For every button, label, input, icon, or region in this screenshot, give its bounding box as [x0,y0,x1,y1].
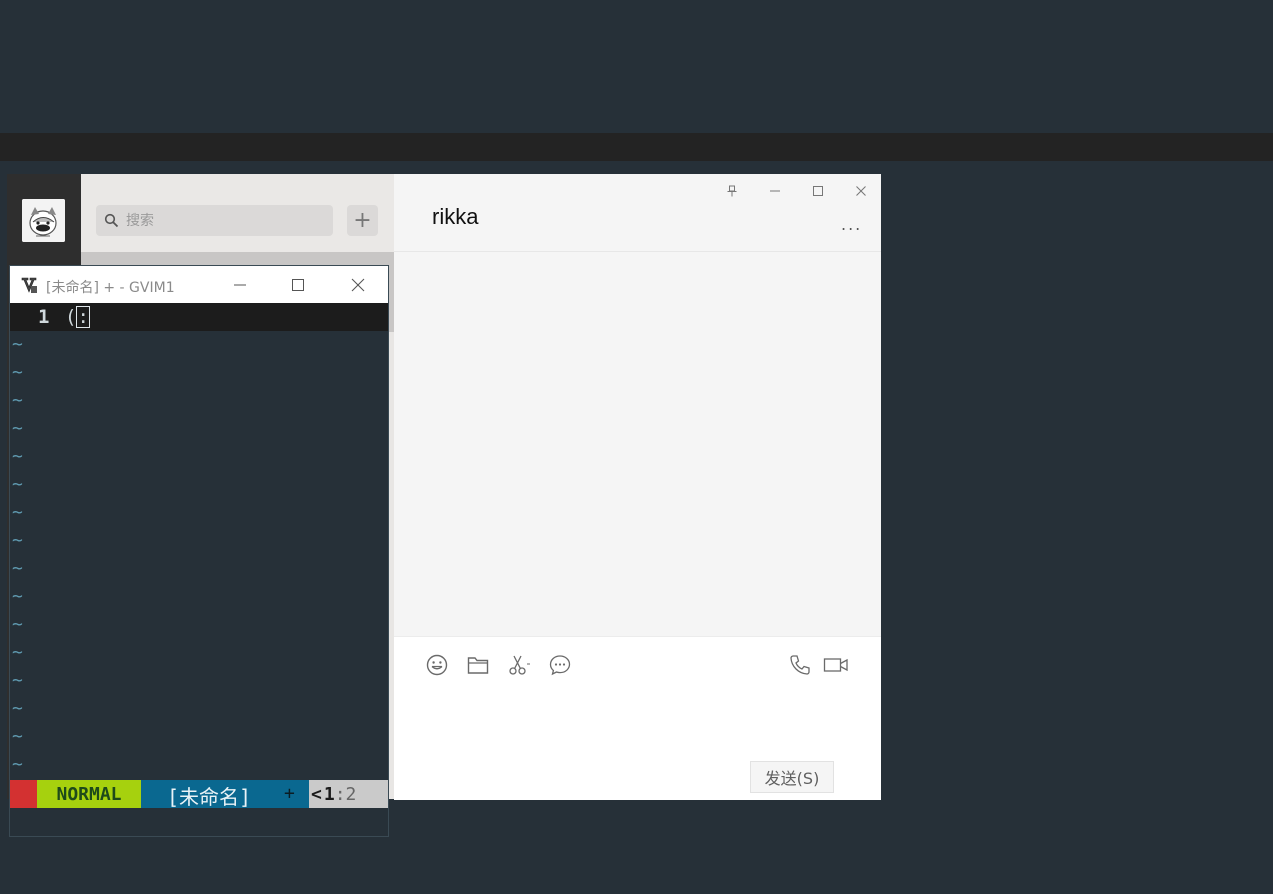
line-text[interactable]: (: [65,306,90,328]
empty-line-marker: ~ [12,754,23,775]
desktop-top-bar [0,133,1273,161]
chat-list-header: + [81,174,394,252]
folder-icon[interactable] [466,653,490,677]
emoji-icon[interactable] [425,653,449,677]
more-button[interactable]: ... [841,217,862,233]
empty-lines: ~ ~ ~ ~ ~ ~ ~ ~ ~ ~ ~ ~ ~ ~ ~ ~ [10,331,388,779]
chat-bubble-icon[interactable] [548,653,572,677]
empty-line-marker: ~ [12,474,23,495]
send-button[interactable]: 发送(S) [750,761,834,793]
gvim-titlebar[interactable]: [未命名] + - GVIM1 [10,266,388,303]
empty-line-marker: ~ [12,614,23,635]
empty-line-marker: ~ [12,726,23,747]
empty-line-marker: ~ [12,418,23,439]
statusline-line: 1 [323,783,335,805]
line-number: 1 [38,306,50,328]
gvim-window: [未命名] + - GVIM1 1 (: ~ ~ ~ ~ ~ ~ ~ ~ ~ ~ ~ ~ ~ ~ ~ ~ NO… [10,266,388,836]
avatar[interactable] [22,199,65,242]
empty-line-marker: ~ [12,698,23,719]
search-input[interactable] [126,205,326,236]
statusline-modified: + [284,783,295,804]
text-cursor: : [76,306,90,328]
empty-line-marker: ~ [12,586,23,607]
empty-line-marker: ~ [12,670,23,691]
statusline: NORMAL [未命名] + < 1 : 2 [10,780,388,809]
empty-line-marker: ~ [12,446,23,467]
maximize-icon[interactable] [288,275,308,295]
chat-panel: rikka ... 发送(S) [394,174,881,800]
close-icon[interactable] [348,275,368,295]
add-button[interactable]: + [347,205,378,236]
empty-line-marker: ~ [12,530,23,551]
empty-line-marker: ~ [12,558,23,579]
statusline-pos-prefix: < [311,783,322,805]
video-camera-icon[interactable] [823,653,849,677]
search-icon [104,213,119,228]
empty-line-marker: ~ [12,642,23,663]
phone-icon[interactable] [788,653,812,677]
statusline-filename: [未命名] [167,785,252,809]
empty-line-marker: ~ [12,362,23,383]
gvim-app-icon [20,276,38,294]
chat-title: rikka [432,204,479,229]
statusline-mode: NORMAL [37,780,141,808]
minimize-icon[interactable] [230,275,250,295]
statusline-sep: : [334,783,346,805]
minimize-icon[interactable] [766,182,784,200]
statusline-file: [未命名] + [141,780,309,809]
maximize-icon[interactable] [809,182,827,200]
editor-current-line[interactable]: 1 (: [10,303,388,331]
line-content: ( [65,306,77,328]
statusline-col: 2 [345,783,357,805]
statusline-error-segment [10,780,37,808]
empty-line-marker: ~ [12,334,23,355]
scissors-icon[interactable] [507,653,531,677]
empty-line-marker: ~ [12,502,23,523]
message-input-area[interactable]: 发送(S) [394,636,881,800]
pin-icon[interactable] [723,182,741,200]
statusline-position: < 1 : 2 [309,780,388,808]
chat-header: rikka ... [394,174,881,252]
empty-line-marker: ~ [12,390,23,411]
search-box[interactable] [96,205,333,236]
gvim-window-title: [未命名] + - GVIM1 [46,280,175,296]
close-icon[interactable] [852,182,870,200]
